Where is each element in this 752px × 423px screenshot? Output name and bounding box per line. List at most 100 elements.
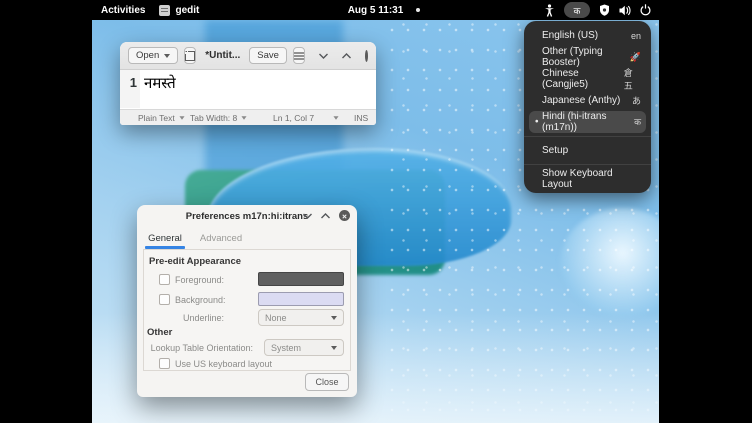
selected-bullet-icon: •	[535, 116, 539, 127]
ime-menu-item-japanese[interactable]: Japanese (Anthy) あ	[524, 90, 651, 112]
tab-advanced[interactable]: Advanced	[195, 227, 247, 249]
ime-item-badge: en	[631, 31, 641, 41]
foreground-checkbox[interactable]	[159, 274, 170, 285]
line-number: 1	[120, 75, 137, 90]
chevron-up-icon	[342, 53, 351, 59]
preferences-content-frame: Pre-edit Appearance Foreground: Backgrou…	[143, 249, 351, 371]
preferences-titlebar: Preferences m17n:hi:itrans	[137, 205, 357, 227]
gedit-statusbar: Plain Text Tab Width: 8 Ln 1, Col 7 INS	[120, 109, 376, 125]
window-maximize-button[interactable]	[321, 213, 330, 219]
language-label: Plain Text	[138, 113, 175, 123]
ime-item-label: Japanese (Anthy)	[542, 95, 620, 106]
menu-separator	[524, 136, 651, 137]
tab-width-dropdown[interactable]: Tab Width: 8	[190, 110, 247, 126]
window-maximize-button[interactable]	[342, 53, 351, 59]
app-menu-button[interactable]: gedit	[159, 5, 199, 16]
accessibility-icon[interactable]	[544, 4, 555, 17]
save-button-label: Save	[257, 50, 279, 61]
underline-dropdown[interactable]: None	[258, 309, 344, 326]
volume-icon[interactable]	[619, 5, 631, 16]
hamburger-icon	[294, 52, 304, 60]
chevron-down-icon	[164, 54, 170, 58]
hamburger-menu-button[interactable]	[293, 47, 305, 64]
preferences-dialog: Preferences m17n:hi:itrans General Advan…	[137, 205, 357, 397]
preferences-title: Preferences m17n:hi:itrans	[186, 211, 309, 222]
ime-item-label: Setup	[542, 145, 568, 156]
save-button[interactable]: Save	[249, 47, 287, 64]
ime-item-label: Show Keyboard Layout	[542, 168, 641, 190]
insert-mode-text: INS	[354, 113, 368, 123]
close-button-label: Close	[315, 377, 338, 387]
foreground-color-swatch[interactable]	[258, 272, 344, 286]
chevron-up-icon	[321, 213, 330, 219]
document-title: *Untit...	[205, 50, 240, 61]
lookup-orientation-label: Lookup Table Orientation:	[144, 343, 253, 353]
input-method-menu: English (US) en Other (Typing Booster) 🚀…	[524, 21, 651, 193]
ime-item-badge: क	[634, 115, 641, 128]
insert-mode-indicator[interactable]: INS	[354, 110, 368, 126]
chevron-down-icon	[319, 53, 328, 59]
window-close-button[interactable]	[365, 50, 368, 62]
lookup-orientation-value: System	[271, 343, 301, 353]
document-text: नमस्ते	[144, 73, 176, 93]
window-close-button[interactable]	[339, 210, 350, 221]
open-button-label: Open	[136, 50, 159, 61]
new-document-button[interactable]	[184, 47, 196, 64]
ime-menu-item-chinese[interactable]: Chinese (Cangjie5) 倉五	[524, 68, 651, 90]
chevron-down-icon	[242, 116, 247, 119]
notification-dot-icon	[416, 8, 420, 12]
ime-menu-item-hindi-selected[interactable]: • Hindi (hi-itrans (m17n)) क	[529, 111, 646, 133]
input-method-indicator[interactable]: क	[564, 2, 590, 18]
preedit-section-header: Pre-edit Appearance	[149, 256, 241, 267]
activities-button[interactable]: Activities	[101, 5, 145, 16]
ime-item-label: English (US)	[542, 30, 598, 41]
chevron-down-icon	[179, 116, 184, 119]
underline-value: None	[265, 313, 287, 323]
goto-line-dropdown[interactable]	[333, 110, 339, 126]
tab-general-label: General	[148, 233, 182, 244]
chevron-down-icon	[303, 213, 312, 219]
background-label: Background:	[175, 295, 226, 305]
chevron-down-icon	[331, 316, 337, 320]
language-dropdown[interactable]: Plain Text	[138, 110, 185, 126]
ime-menu-item-show-keyboard-layout[interactable]: Show Keyboard Layout	[524, 168, 651, 190]
ime-menu-item-setup[interactable]: Setup	[524, 140, 651, 162]
top-panel: Activities gedit Aug 5 11:31 क	[92, 0, 659, 20]
clock-button[interactable]: Aug 5 11:31	[348, 5, 404, 16]
app-menu-label: gedit	[175, 5, 199, 16]
foreground-label: Foreground:	[175, 275, 224, 285]
text-editor-area[interactable]: 1 नमस्ते	[120, 70, 376, 108]
menu-separator	[524, 164, 651, 165]
power-icon[interactable]	[640, 4, 651, 16]
window-minimize-button[interactable]	[319, 53, 328, 59]
other-section-header: Other	[147, 327, 172, 338]
rocket-icon: 🚀	[630, 52, 641, 63]
underline-label: Underline:	[144, 313, 224, 323]
tab-width-label: Tab Width: 8	[190, 113, 237, 123]
new-document-icon	[185, 51, 195, 61]
chevron-down-icon	[333, 116, 338, 119]
ime-item-badge: あ	[632, 94, 641, 107]
ime-item-label: Chinese (Cangjie5)	[542, 68, 624, 90]
window-minimize-button[interactable]	[303, 213, 312, 219]
gedit-icon	[159, 5, 170, 16]
us-keyboard-label: Use US keyboard layout	[175, 359, 272, 369]
close-button[interactable]: Close	[305, 373, 349, 391]
background-checkbox[interactable]	[159, 294, 170, 305]
chevron-down-icon	[331, 346, 337, 350]
lookup-orientation-dropdown[interactable]: System	[264, 339, 344, 356]
gedit-headerbar: Open *Untit... Save	[120, 42, 376, 70]
cursor-position-label[interactable]: Ln 1, Col 7	[273, 110, 314, 126]
gedit-window: Open *Untit... Save	[120, 42, 376, 125]
open-button[interactable]: Open	[128, 47, 178, 64]
ime-menu-item-english[interactable]: English (US) en	[524, 25, 651, 47]
cursor-position-text: Ln 1, Col 7	[273, 113, 314, 123]
us-keyboard-checkbox[interactable]	[159, 358, 170, 369]
ime-item-label: Other (Typing Booster)	[542, 46, 630, 68]
shield-icon[interactable]	[599, 4, 610, 16]
ime-item-badge: 倉五	[624, 66, 641, 92]
tab-advanced-label: Advanced	[200, 233, 242, 244]
tab-general[interactable]: General	[145, 227, 185, 249]
desktop-screen: Activities gedit Aug 5 11:31 क	[92, 0, 659, 423]
background-color-swatch[interactable]	[258, 292, 344, 306]
